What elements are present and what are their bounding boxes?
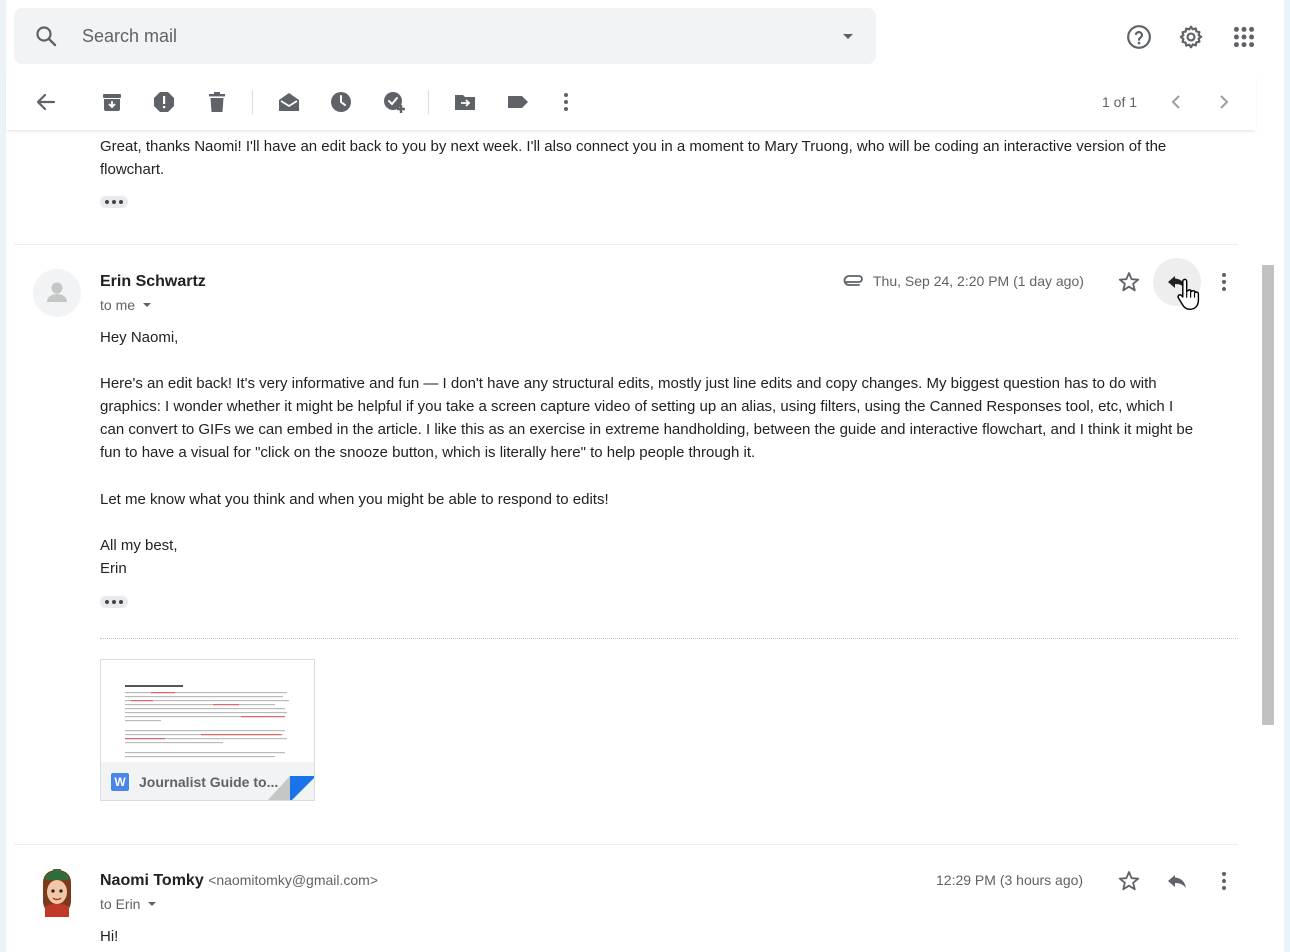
- add-to-tasks-icon[interactable]: [382, 90, 406, 114]
- attachment-paperclip-icon: [843, 275, 863, 286]
- attachment-filename: Journalist Guide to...: [139, 774, 279, 790]
- message-date: Thu, Sep 24, 2:20 PM (1 day ago): [873, 273, 1084, 289]
- gmail-frame: 1 of 1 Great, thanks Naomi! I'll have an…: [6, 0, 1284, 952]
- move-to-icon[interactable]: [453, 90, 477, 114]
- top-header: [6, 0, 1284, 72]
- default-person-icon: [47, 282, 67, 302]
- message-date: 12:29 PM (3 hours ago): [936, 872, 1084, 888]
- help-icon[interactable]: [1126, 24, 1152, 50]
- search-bar[interactable]: [14, 8, 876, 64]
- avatar[interactable]: [33, 269, 81, 317]
- message-line: graphics: I wonder whether it might be h…: [100, 398, 1174, 415]
- file-corner-fold-icon: [267, 776, 314, 800]
- document-preview-thumbnail: [101, 660, 314, 762]
- recipient-label: to Erin: [100, 896, 141, 912]
- more-options-icon[interactable]: [1212, 270, 1236, 294]
- toolbar-divider: [428, 90, 429, 114]
- older-chevron-right-icon[interactable]: [1212, 90, 1236, 114]
- attachments-divider: [100, 638, 1238, 639]
- show-trimmed-content-button[interactable]: [100, 596, 128, 608]
- chevron-down-icon: [148, 902, 157, 906]
- sender-name[interactable]: Naomi Tomky <naomitomky@gmail.com>: [100, 872, 378, 890]
- message-signoff: All my best,: [100, 537, 178, 554]
- mark-unread-icon[interactable]: [277, 90, 301, 114]
- recipients-details-toggle[interactable]: to Erin: [100, 896, 160, 912]
- word-doc-icon: W: [111, 773, 129, 791]
- apps-grid-icon[interactable]: [1231, 24, 1257, 50]
- message-line: fun to have a visual for "click on the s…: [100, 444, 756, 461]
- message-body-start: Hi!: [100, 928, 119, 945]
- search-options-dropdown-icon[interactable]: [836, 24, 860, 48]
- message-divider: [14, 844, 1238, 845]
- labels-icon[interactable]: [506, 90, 530, 114]
- scrollbar-thumb[interactable]: [1262, 265, 1274, 725]
- attachment-card[interactable]: W Journalist Guide to...: [100, 659, 315, 801]
- message-toolbar: 1 of 1: [6, 74, 1256, 130]
- message-paragraph: Here's an edit back! It's very informati…: [100, 372, 1240, 464]
- hand-cursor-icon: [1177, 278, 1200, 311]
- reply-icon[interactable]: [1165, 869, 1189, 893]
- search-icon[interactable]: [34, 24, 58, 48]
- star-icon[interactable]: [1117, 869, 1141, 893]
- newer-chevron-left-icon[interactable]: [1164, 90, 1188, 114]
- pagination-count: 1 of 1: [1102, 94, 1138, 110]
- archive-icon[interactable]: [100, 90, 124, 114]
- chevron-down-icon: [143, 303, 152, 307]
- more-options-icon[interactable]: [1212, 869, 1236, 893]
- report-spam-icon[interactable]: [152, 90, 176, 114]
- show-trimmed-content-button[interactable]: [100, 196, 128, 208]
- sender-email: <naomitomky@gmail.com>: [208, 872, 379, 888]
- message-line: Here's an edit back! It's very informati…: [100, 375, 1157, 392]
- delete-icon[interactable]: [205, 90, 229, 114]
- recipients-details-toggle[interactable]: to me: [100, 297, 155, 313]
- message-greeting: Hey Naomi,: [100, 329, 179, 346]
- star-icon[interactable]: [1117, 270, 1141, 294]
- sender-display-name: Naomi Tomky: [100, 872, 204, 889]
- back-arrow-icon[interactable]: [34, 90, 58, 114]
- message-divider: [14, 244, 1238, 245]
- search-input[interactable]: [82, 22, 782, 50]
- message-paragraph: Let me know what you think and when you …: [100, 491, 609, 508]
- toolbar-divider: [252, 90, 253, 114]
- snooze-icon[interactable]: [329, 90, 353, 114]
- sender-name[interactable]: Erin Schwartz: [100, 273, 206, 291]
- message-line: can convert to GIFs we can embed in the …: [100, 421, 1194, 438]
- settings-gear-icon[interactable]: [1178, 24, 1204, 50]
- message-signature: Erin: [100, 560, 127, 577]
- avatar[interactable]: [33, 867, 81, 917]
- recipient-label: to me: [100, 297, 136, 313]
- previous-message-body: Great, thanks Naomi! I'll have an edit b…: [100, 138, 1167, 178]
- more-vert-icon[interactable]: [554, 90, 578, 114]
